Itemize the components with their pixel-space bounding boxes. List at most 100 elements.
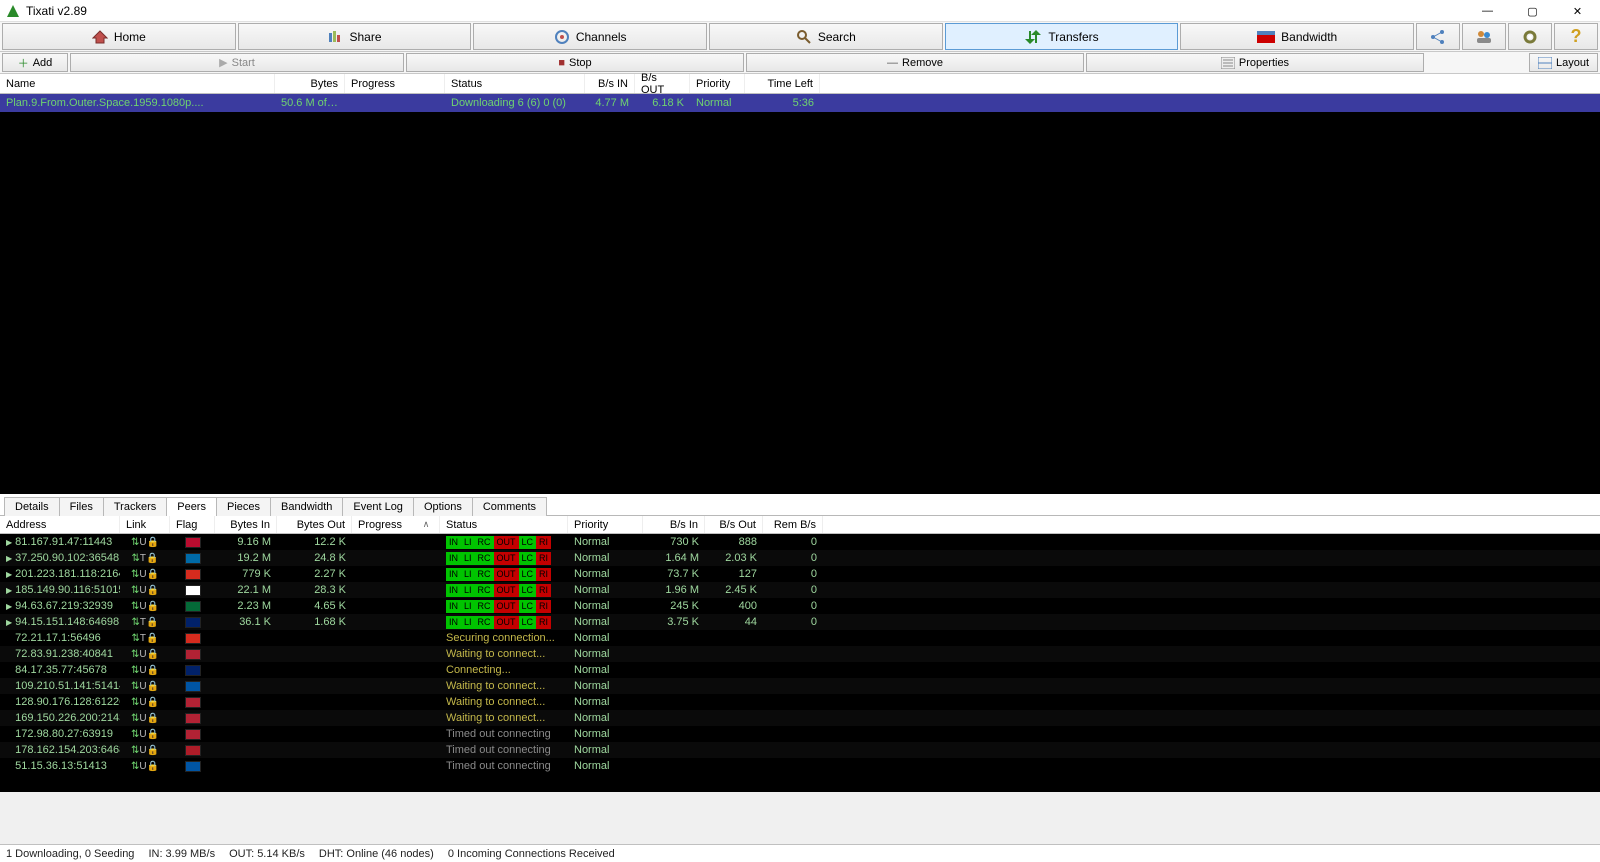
pcol-bsout[interactable]: B/s Out	[705, 516, 763, 533]
peer-flag	[170, 585, 215, 596]
start-button[interactable]: ▶ Start	[70, 53, 404, 72]
peer-row[interactable]: ▶81.167.91.47:11443⇅U🔒9.16 M12.2 KINLIRC…	[0, 534, 1600, 550]
nav-search-button[interactable]: Search	[709, 23, 943, 50]
peers-header: Address Link Flag Bytes In Bytes Out Pro…	[0, 516, 1600, 534]
expand-icon: ▶	[6, 538, 12, 547]
pcol-bsin[interactable]: B/s In	[643, 516, 705, 533]
nav-home-button[interactable]: Home	[2, 23, 236, 50]
nav-bandwidth-button[interactable]: Bandwidth	[1180, 23, 1414, 50]
col-progress[interactable]: Progress	[345, 74, 445, 93]
peer-address: ▶178.162.154.203:64688	[0, 744, 120, 756]
tab-comments[interactable]: Comments	[472, 497, 547, 516]
pcol-status[interactable]: Status	[440, 516, 568, 533]
pcol-flag[interactable]: Flag	[170, 516, 215, 533]
help-icon: ?	[1571, 26, 1582, 47]
layout-button[interactable]: Layout	[1529, 53, 1598, 72]
col-bsout[interactable]: B/s OUT	[635, 74, 690, 93]
share-icon	[327, 30, 343, 44]
nav-users-button[interactable]	[1462, 23, 1506, 50]
nav-settings-button[interactable]	[1508, 23, 1552, 50]
pcol-bytesout[interactable]: Bytes Out	[277, 516, 352, 533]
peer-row[interactable]: ▶128.90.176.128:61226⇅U🔒Waiting to conne…	[0, 694, 1600, 710]
col-bytes[interactable]: Bytes	[275, 74, 345, 93]
tab-trackers[interactable]: Trackers	[103, 497, 167, 516]
tab-eventlog[interactable]: Event Log	[342, 497, 414, 516]
peer-address: ▶84.17.35.77:45678	[0, 664, 120, 676]
peer-status: Waiting to connect...	[440, 712, 568, 724]
peer-link: ⇅U🔒	[120, 680, 170, 692]
tab-peers[interactable]: Peers	[166, 497, 217, 516]
pcol-priority[interactable]: Priority	[568, 516, 643, 533]
action-toolbar: ＋ Add ▶ Start ■ Stop — Remove Properties…	[0, 52, 1600, 74]
peer-priority: Normal	[568, 568, 643, 580]
peer-row[interactable]: ▶72.83.91.238:40841⇅U🔒Waiting to connect…	[0, 646, 1600, 662]
col-name[interactable]: Name	[0, 74, 275, 93]
peer-status: INLIRCOUTLCRI	[440, 536, 568, 549]
pcol-link[interactable]: Link	[120, 516, 170, 533]
peer-row[interactable]: ▶169.150.226.200:21436⇅U🔒Waiting to conn…	[0, 710, 1600, 726]
peer-row[interactable]: ▶94.63.67.219:32939⇅U🔒2.23 M4.65 KINLIRC…	[0, 598, 1600, 614]
peer-bytesin: 2.23 M	[215, 600, 277, 612]
peer-row[interactable]: ▶109.210.51.141:51414⇅U🔒Waiting to conne…	[0, 678, 1600, 694]
pcol-remb[interactable]: Rem B/s	[763, 516, 823, 533]
transfer-name: Plan.9.From.Outer.Space.1959.1080p....	[0, 97, 275, 109]
nav-channels-button[interactable]: Channels	[473, 23, 707, 50]
flag-icon	[185, 713, 201, 724]
peer-bytesout: 24.8 K	[277, 552, 352, 564]
lock-icon: 🔒	[147, 649, 159, 660]
col-priority[interactable]: Priority	[690, 74, 745, 93]
status-counts: 1 Downloading, 0 Seeding	[6, 848, 134, 860]
peer-address: ▶172.98.80.27:63919	[0, 728, 120, 740]
nav-help-button[interactable]: ?	[1554, 23, 1598, 50]
peer-address: ▶81.167.91.47:11443	[0, 536, 120, 548]
peer-address: ▶201.223.181.118:21648	[0, 568, 120, 580]
peer-row[interactable]: ▶185.149.90.116:51015⇅U🔒22.1 M28.3 KINLI…	[0, 582, 1600, 598]
peer-row[interactable]: ▶51.15.36.13:51413⇅U🔒Timed out connectin…	[0, 758, 1600, 774]
nav-settings-share-button[interactable]	[1416, 23, 1460, 50]
peer-status: Timed out connecting	[440, 760, 568, 772]
pcol-bytesin[interactable]: Bytes In	[215, 516, 277, 533]
peer-row[interactable]: ▶172.98.80.27:63919⇅U🔒Timed out connecti…	[0, 726, 1600, 742]
nav-share-button[interactable]: Share	[238, 23, 472, 50]
stop-button[interactable]: ■ Stop	[406, 53, 744, 72]
col-timeleft[interactable]: Time Left	[745, 74, 820, 93]
pcol-address[interactable]: Address	[0, 516, 120, 533]
peer-address: ▶37.250.90.102:36548	[0, 552, 120, 564]
peer-row[interactable]: ▶178.162.154.203:64688⇅U🔒Timed out conne…	[0, 742, 1600, 758]
pcol-progress[interactable]: Progress∧	[352, 516, 440, 533]
peer-row[interactable]: ▶84.17.35.77:45678⇅U🔒Connecting...Normal	[0, 662, 1600, 678]
flag-icon	[185, 761, 201, 772]
window-maximize-button[interactable]: ▢	[1510, 0, 1555, 22]
flag-icon	[185, 569, 201, 580]
flag-icon	[185, 665, 201, 676]
remove-button[interactable]: — Remove	[746, 53, 1084, 72]
transfer-row[interactable]: Plan.9.From.Outer.Space.1959.1080p....50…	[0, 94, 1600, 112]
peer-row[interactable]: ▶37.250.90.102:36548⇅T🔒19.2 M24.8 KINLIR…	[0, 550, 1600, 566]
properties-button[interactable]: Properties	[1086, 53, 1424, 72]
tab-files[interactable]: Files	[59, 497, 104, 516]
main-toolbar: Home Share Channels Search Transfers Ban…	[0, 22, 1600, 52]
peer-link: ⇅U🔒	[120, 712, 170, 724]
peer-bsout: 2.45 K	[705, 584, 763, 596]
peer-row[interactable]: ▶72.21.17.1:56496⇅T🔒Securing connection.…	[0, 630, 1600, 646]
peer-status: Securing connection...	[440, 632, 568, 644]
window-close-button[interactable]: ✕	[1555, 0, 1600, 22]
add-button[interactable]: ＋ Add	[2, 53, 68, 72]
window-minimize-button[interactable]: —	[1465, 0, 1510, 22]
tab-bandwidth[interactable]: Bandwidth	[270, 497, 343, 516]
tab-options[interactable]: Options	[413, 497, 473, 516]
connection-icon: ⇅	[132, 633, 140, 644]
layout-label: Layout	[1556, 57, 1589, 69]
col-status[interactable]: Status	[445, 74, 585, 93]
peer-bytesin: 779 K	[215, 568, 277, 580]
transfers-list[interactable]: Plan.9.From.Outer.Space.1959.1080p....50…	[0, 94, 1600, 494]
peer-row[interactable]: ▶94.15.151.148:64698⇅T🔒36.1 K1.68 KINLIR…	[0, 614, 1600, 630]
peer-link: ⇅U🔒	[120, 584, 170, 596]
peer-row[interactable]: ▶201.223.181.118:21648⇅U🔒779 K2.27 KINLI…	[0, 566, 1600, 582]
peers-list[interactable]: ▶81.167.91.47:11443⇅U🔒9.16 M12.2 KINLIRC…	[0, 534, 1600, 792]
nav-transfers-button[interactable]: Transfers	[945, 23, 1179, 50]
col-bsin[interactable]: B/s IN	[585, 74, 635, 93]
tab-details[interactable]: Details	[4, 497, 60, 516]
peer-status: INLIRCOUTLCRI	[440, 568, 568, 581]
tab-pieces[interactable]: Pieces	[216, 497, 271, 516]
